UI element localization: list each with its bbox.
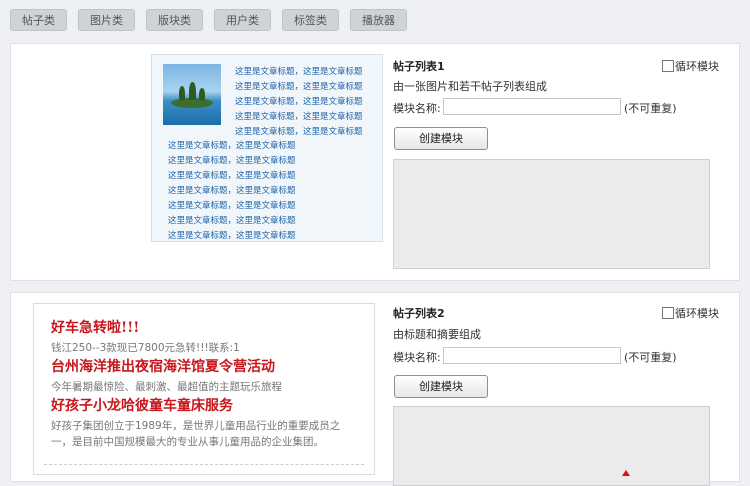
loop-module-label: 循环模块: [675, 307, 719, 320]
preview-headline: 台州海洋推出夜宿海洋馆夏令营活动: [51, 359, 275, 375]
tab-user[interactable]: 用户类: [214, 9, 271, 31]
tab-player[interactable]: 播放器: [350, 9, 407, 31]
tab-forum[interactable]: 版块类: [146, 9, 203, 31]
preview-summary: 好孩子集团创立于1989年，是世界儿童用品行业的重要成员之: [51, 420, 341, 432]
module-name-note: (不可重复): [624, 351, 677, 364]
palm-tree-shape: [199, 88, 205, 100]
preview-link: 这里是文章标题，这里是文章标题: [235, 127, 363, 137]
loop-module-checkbox[interactable]: [662, 60, 674, 72]
preview-link: 这里是文章标题，这里是文章标题: [235, 112, 363, 122]
palm-tree-shape: [179, 86, 185, 100]
preview-summary: 钱江250--3款现已7800元急转!!!联系:1: [51, 342, 240, 354]
module-description: 由标题和摘要组成: [393, 328, 481, 341]
tab-post[interactable]: 帖子类: [10, 9, 67, 31]
module-description: 由一张图片和若干帖子列表组成: [393, 80, 547, 93]
module-preview-image-list: 这里是文章标题，这里是文章标题 这里是文章标题，这里是文章标题 这里是文章标题，…: [151, 54, 383, 242]
module-category-tabs: 帖子类 图片类 版块类 用户类 标签类 播放器: [0, 0, 750, 40]
module-preview-area: [393, 406, 710, 486]
module-name-input[interactable]: [443, 347, 621, 364]
module-name-label: 模块名称:: [393, 351, 441, 364]
preview-link: 这里是文章标题，这里是文章标题: [235, 97, 363, 107]
module-panel-post-list-1: 这里是文章标题，这里是文章标题 这里是文章标题，这里是文章标题 这里是文章标题，…: [10, 43, 740, 281]
preview-link: 这里是文章标题，这里是文章标题: [168, 216, 296, 226]
preview-link: 这里是文章标题，这里是文章标题: [168, 171, 296, 181]
tab-image[interactable]: 图片类: [78, 9, 135, 31]
preview-link: 这里是文章标题，这里是文章标题: [168, 186, 296, 196]
module-name-note: (不可重复): [624, 102, 677, 115]
create-module-button[interactable]: 创建模块: [394, 375, 488, 398]
preview-link: 这里是文章标题，这里是文章标题: [235, 82, 363, 92]
preview-headline: 好孩子小龙哈彼童车童床服务: [51, 398, 233, 414]
loop-module-checkbox[interactable]: [662, 307, 674, 319]
loop-module-label: 循环模块: [675, 60, 719, 73]
preview-headline: 好车急转啦!!!: [51, 320, 140, 336]
preview-link: 这里是文章标题，这里是文章标题: [168, 141, 296, 151]
preview-link: 这里是文章标题，这里是文章标题: [168, 201, 296, 211]
preview-thumbnail-image: [163, 64, 221, 125]
preview-summary: 一，是目前中国规模最大的专业从事儿童用品的企业集团。: [51, 436, 324, 448]
module-panel-post-list-2: 好车急转啦!!! 钱江250--3款现已7800元急转!!!联系:1 台州海洋推…: [10, 292, 740, 486]
preview-link: 这里是文章标题，这里是文章标题: [168, 156, 296, 166]
divider: [44, 464, 364, 465]
tab-tag[interactable]: 标签类: [282, 9, 339, 31]
module-title: 帖子列表1: [393, 60, 445, 73]
preview-link: 这里是文章标题，这里是文章标题: [168, 231, 296, 241]
preview-link: 这里是文章标题，这里是文章标题: [235, 67, 363, 77]
module-preview-title-summary: 好车急转啦!!! 钱江250--3款现已7800元急转!!!联系:1 台州海洋推…: [33, 303, 375, 475]
mouse-cursor-icon: [622, 470, 630, 476]
preview-summary: 今年暑期最惊险、最刺激、最超值的主题玩乐旅程: [51, 381, 282, 393]
module-preview-area: [393, 159, 710, 269]
module-name-input[interactable]: [443, 98, 621, 115]
create-module-button[interactable]: 创建模块: [394, 127, 488, 150]
module-name-label: 模块名称:: [393, 102, 441, 115]
palm-tree-shape: [189, 82, 196, 100]
module-title: 帖子列表2: [393, 307, 445, 320]
